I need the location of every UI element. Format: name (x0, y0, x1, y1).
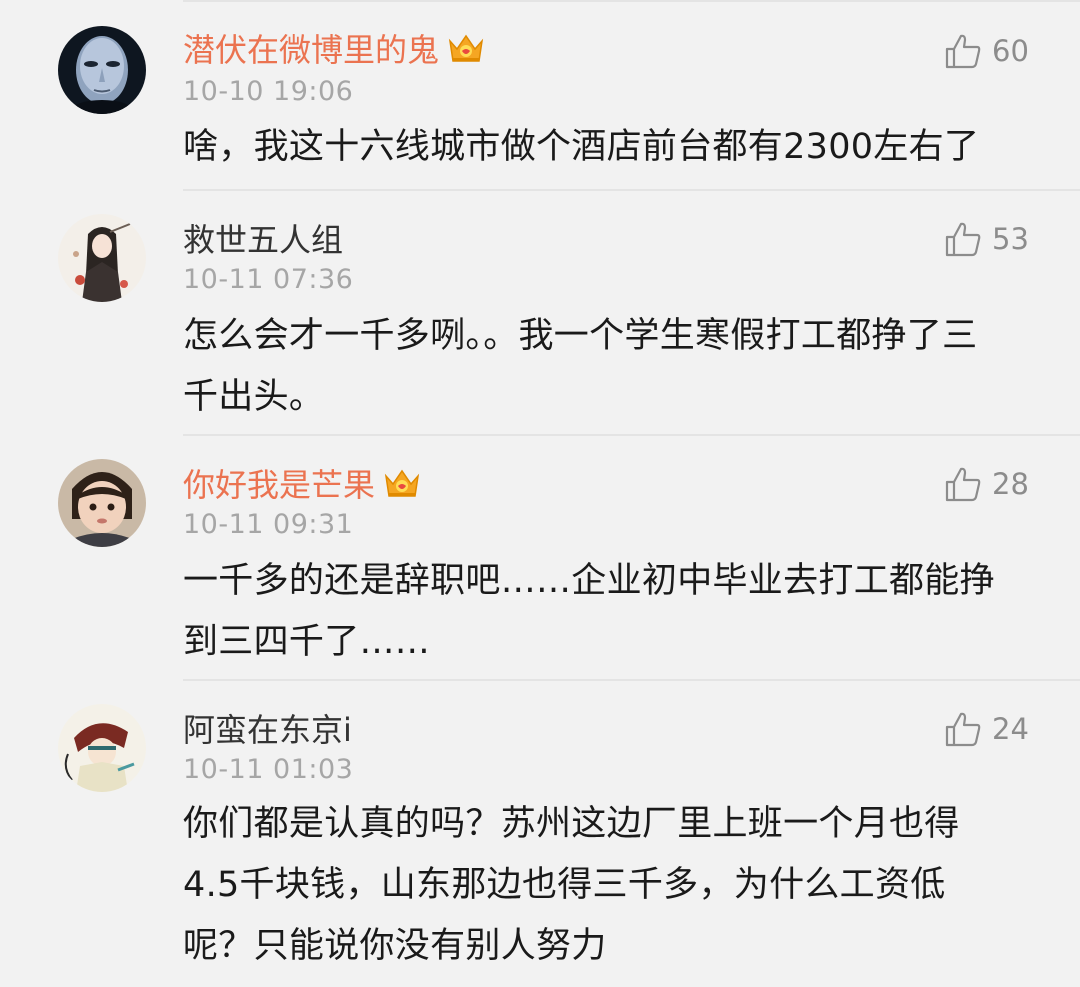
comment-text-line: 你们都是认真的吗？苏州这边厂里上班一个月也得 (183, 804, 960, 844)
comment-list: 潜伏在微博里的鬼 10-10 19:06 60 啥，我这十六线城市做个酒店前台都… (0, 0, 1080, 987)
comment-item: 潜伏在微博里的鬼 10-10 19:06 60 啥，我这十六线城市做个酒店前台都… (0, 0, 1080, 190)
comment-text-line: 到三四千了…… (183, 622, 431, 662)
vip-crown-icon (447, 31, 485, 65)
username-text[interactable]: 阿蛮在东京i (183, 711, 352, 749)
anime-girl-avatar-icon (58, 214, 146, 302)
comment-text: 怎么会才一千多咧。。我一个学生寒假打工都挣了三 千出头。 (183, 306, 1043, 428)
thumbs-up-icon (944, 32, 982, 70)
timestamp: 10-11 07:36 (183, 264, 354, 295)
username[interactable]: 潜伏在微博里的鬼 (183, 30, 485, 70)
thumbs-up-icon (944, 465, 982, 503)
avatar[interactable] (58, 459, 146, 547)
comment-text-line: 4.5千块钱，山东那边也得三千多，为什么工资低 (183, 865, 946, 905)
username[interactable]: 阿蛮在东京i (183, 710, 352, 750)
comment-text-line: 啥，我这十六线城市做个酒店前台都有2300左右了 (183, 127, 980, 167)
comment-item: 救世五人组 10-11 07:36 53 怎么会才一千多咧。。我一个学生寒假打工… (0, 190, 1080, 435)
username-text[interactable]: 救世五人组 (183, 221, 343, 259)
like-count: 24 (992, 712, 1029, 746)
comment-text: 啥，我这十六线城市做个酒店前台都有2300左右了 (183, 117, 1043, 178)
like-count: 60 (992, 34, 1029, 68)
like-button[interactable]: 28 (944, 464, 1029, 504)
like-button[interactable]: 24 (944, 709, 1029, 749)
comment-text: 一千多的还是辞职吧……企业初中毕业去打工都能挣 到三四千了…… (183, 551, 1043, 673)
like-count: 28 (992, 467, 1029, 501)
comment-text-line: 呢？只能说你没有别人努力 (183, 926, 607, 966)
username[interactable]: 救世五人组 (183, 220, 343, 260)
timestamp: 10-11 09:31 (183, 509, 354, 540)
avatar[interactable] (58, 214, 146, 302)
comment-text-line: 一千多的还是辞职吧……企业初中毕业去打工都能挣 (183, 561, 995, 601)
vip-crown-icon (383, 466, 421, 500)
username[interactable]: 你好我是芒果 (183, 465, 421, 505)
comment-text-line: 千出头。 (183, 377, 325, 417)
avatar[interactable] (58, 26, 146, 114)
thumbs-up-icon (944, 220, 982, 258)
like-button[interactable]: 53 (944, 219, 1029, 259)
like-count: 53 (992, 222, 1029, 256)
comment-item: 你好我是芒果 10-11 09:31 28 一千多的还是辞职吧……企业初中毕业去… (0, 435, 1080, 680)
username-text[interactable]: 你好我是芒果 (183, 466, 375, 504)
thumbs-up-icon (944, 710, 982, 748)
username-text[interactable]: 潜伏在微博里的鬼 (183, 31, 439, 69)
comment-item: 阿蛮在东京i 10-11 01:03 24 你们都是认真的吗？苏州这边厂里上班一… (0, 680, 1080, 987)
comment-text-line: 怎么会才一千多咧。。我一个学生寒假打工都挣了三 (183, 316, 978, 356)
mask-avatar-icon (58, 26, 146, 114)
anime-character-avatar-icon (58, 704, 146, 792)
comment-text: 你们都是认真的吗？苏州这边厂里上班一个月也得 4.5千块钱，山东那边也得三千多，… (183, 794, 1043, 977)
child-photo-avatar-icon (58, 459, 146, 547)
timestamp: 10-11 01:03 (183, 754, 354, 785)
like-button[interactable]: 60 (944, 31, 1029, 71)
avatar[interactable] (58, 704, 146, 792)
timestamp: 10-10 19:06 (183, 76, 354, 107)
